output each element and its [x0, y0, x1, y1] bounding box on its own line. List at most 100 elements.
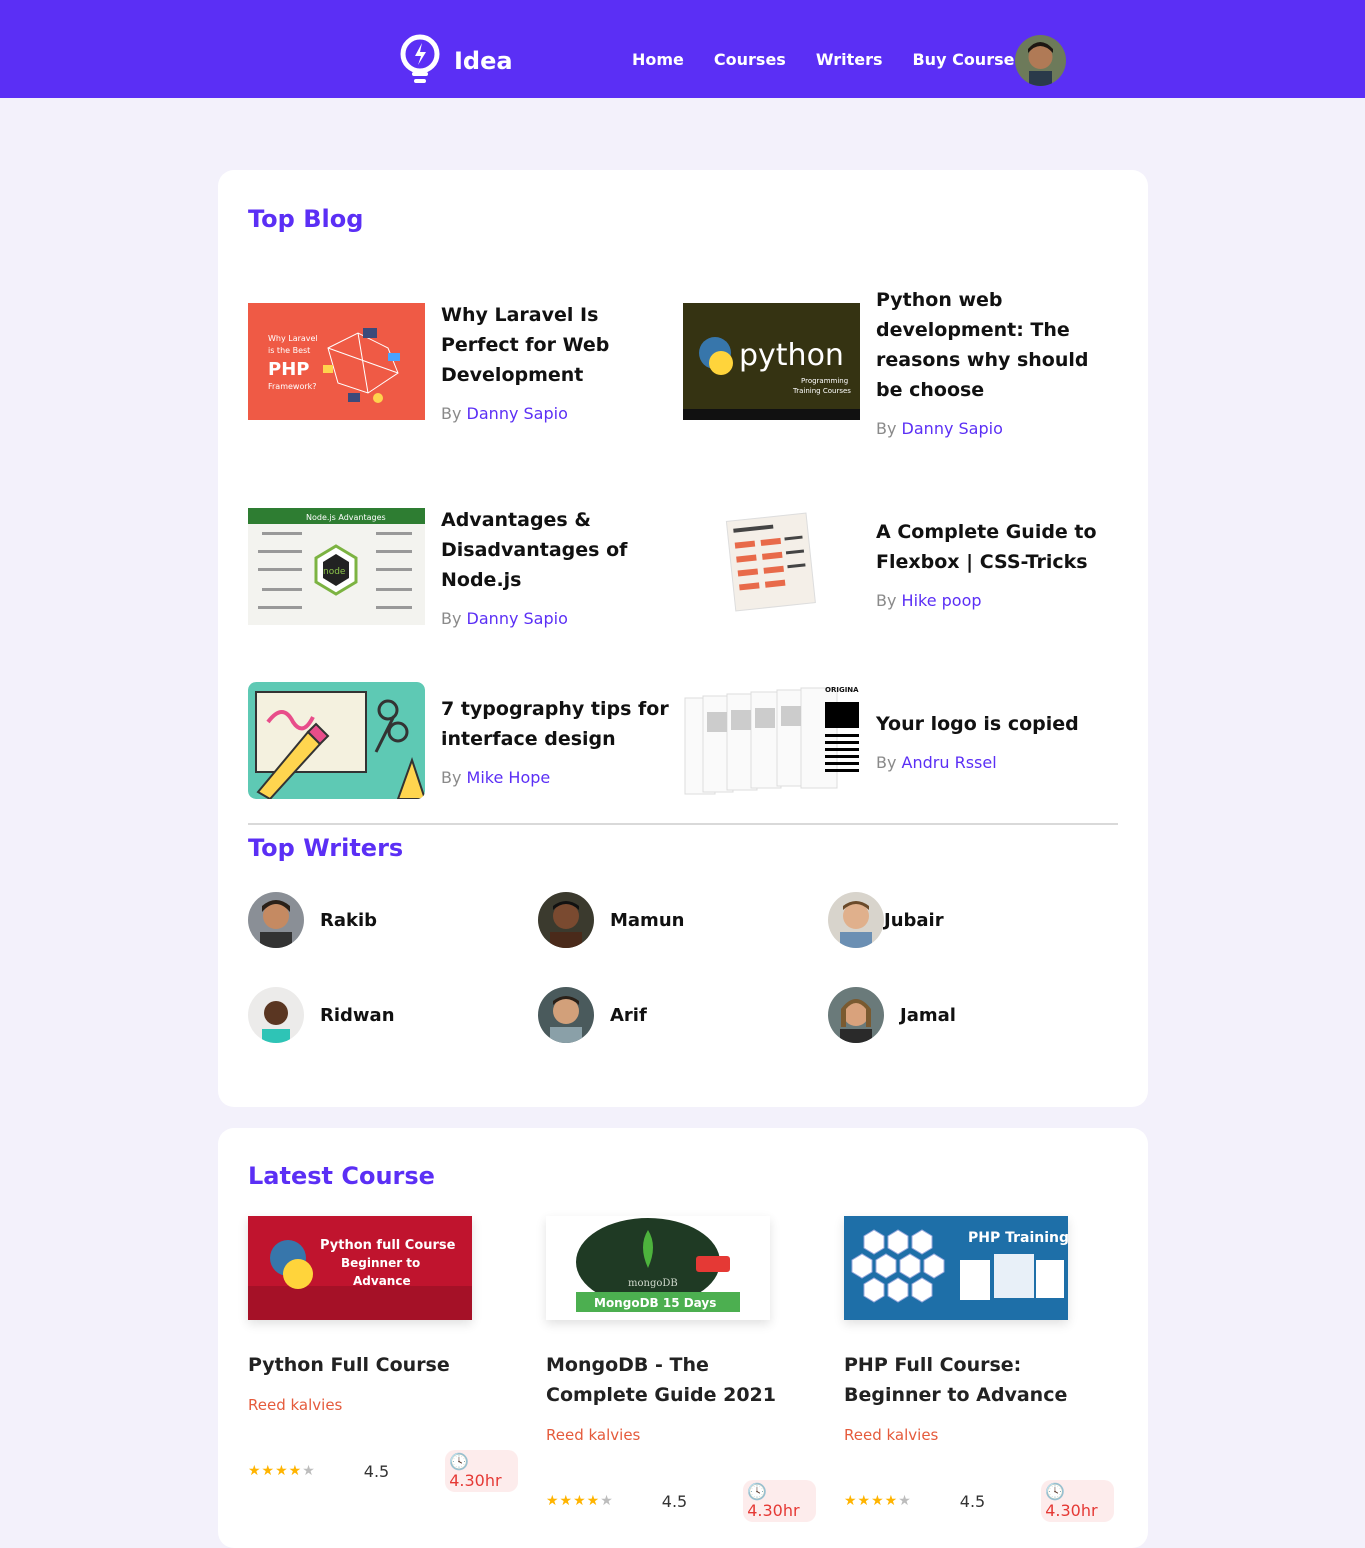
course-duration: 🕓4.30hr: [743, 1480, 816, 1522]
blog-title[interactable]: Your logo is copied: [876, 709, 1116, 739]
writer-avatar[interactable]: [248, 987, 304, 1043]
writer-item[interactable]: Rakib: [248, 892, 377, 948]
writer-name[interactable]: Rakib: [320, 910, 377, 931]
course-thumbnail[interactable]: PHP Training: [844, 1216, 1068, 1320]
lightbulb-icon: [400, 34, 440, 83]
writer-item[interactable]: Jamal: [828, 987, 956, 1043]
blog-item[interactable]: python Programming Training Courses Pyth…: [683, 285, 1116, 438]
writer-item[interactable]: Ridwan: [248, 987, 395, 1043]
blog-title[interactable]: 7 typography tips for interface design: [441, 694, 681, 754]
svg-text:Framework?: Framework?: [268, 382, 317, 391]
rating-stars-icon: ★★★★★: [546, 1493, 614, 1509]
course-duration: 🕓4.30hr: [1041, 1480, 1114, 1522]
course-title[interactable]: PHP Full Course: Beginner to Advance: [844, 1350, 1114, 1410]
blog-author-link[interactable]: Danny Sapio: [467, 609, 568, 628]
svg-text:node: node: [323, 567, 346, 577]
clock-icon: 🕓: [1045, 1482, 1066, 1501]
svg-text:Why Laravel: Why Laravel: [268, 334, 318, 343]
writer-avatar[interactable]: [538, 892, 594, 948]
svg-text:mongoDB: mongoDB: [628, 1278, 678, 1289]
blog-item[interactable]: 7 typography tips for interface design B…: [248, 682, 681, 799]
blog-author-link[interactable]: Mike Hope: [467, 768, 551, 787]
nav-buy-course[interactable]: Buy Course: [912, 50, 1014, 69]
blog-thumbnail[interactable]: Node.js Advantages node: [248, 508, 425, 625]
course-title[interactable]: MongoDB - The Complete Guide 2021: [546, 1350, 816, 1410]
writer-avatar[interactable]: [828, 987, 884, 1043]
blog-title[interactable]: Advantages & Disadvantages of Node.js: [441, 505, 681, 595]
svg-text:MongoDB 15 Days: MongoDB 15 Days: [594, 1296, 716, 1310]
course-author[interactable]: Reed kalvies: [248, 1396, 518, 1414]
top-blog-title: Top Blog: [248, 205, 364, 233]
blog-author-link[interactable]: Danny Sapio: [902, 419, 1003, 438]
course-thumbnail[interactable]: mongoDB MongoDB 15 Days: [546, 1216, 770, 1320]
course-item[interactable]: PHP Training PHP Full Course: Beginner t…: [844, 1216, 1114, 1522]
svg-text:ORIGINA: ORIGINA: [825, 686, 859, 694]
blog-title[interactable]: A Complete Guide to Flexbox | CSS-Tricks: [876, 517, 1116, 577]
svg-text:python: python: [739, 338, 844, 373]
blog-item[interactable]: A Complete Guide to Flexbox | CSS-Tricks…: [683, 505, 1116, 622]
nav-writers[interactable]: Writers: [816, 50, 883, 69]
writer-name[interactable]: Jamal: [900, 1005, 956, 1026]
section-divider: [248, 823, 1118, 825]
course-author[interactable]: Reed kalvies: [844, 1426, 1114, 1444]
blog-thumbnail[interactable]: Why Laravel is the Best PHP Framework?: [248, 303, 425, 420]
blog-title[interactable]: Python web development: The reasons why …: [876, 285, 1116, 405]
writer-name[interactable]: Arif: [610, 1005, 647, 1026]
course-rating: 4.5: [363, 1461, 390, 1481]
blog-thumbnail[interactable]: python Programming Training Courses: [683, 303, 860, 420]
brand-name: Idea: [454, 47, 513, 75]
course-item[interactable]: mongoDB MongoDB 15 Days MongoDB - The Co…: [546, 1216, 816, 1522]
blog-byline: By Danny Sapio: [441, 609, 568, 628]
blog-thumbnail[interactable]: [683, 505, 860, 622]
course-meta: ★★★★★ 4.5 🕓4.30hr: [844, 1480, 1114, 1522]
blog-thumbnail[interactable]: ORIGINA: [683, 682, 860, 799]
blog-byline: By Mike Hope: [441, 768, 551, 787]
blog-item[interactable]: ORIGINA Your logo is copied By Andru Rss…: [683, 682, 1116, 799]
writer-name[interactable]: Mamun: [610, 910, 684, 931]
course-rating: 4.5: [959, 1491, 986, 1511]
writer-name[interactable]: Jubair: [884, 910, 944, 931]
svg-text:PHP Training: PHP Training: [968, 1230, 1068, 1246]
course-item[interactable]: Python full Course Beginner to Advance P…: [248, 1216, 518, 1492]
blog-byline: By Hike poop: [876, 591, 982, 610]
writer-name[interactable]: Ridwan: [320, 1005, 395, 1026]
writer-item[interactable]: Jubair: [828, 892, 944, 948]
course-rating: 4.5: [661, 1491, 688, 1511]
writer-item[interactable]: Arif: [538, 987, 647, 1043]
latest-course-title: Latest Course: [248, 1162, 435, 1190]
rating-stars-icon: ★★★★★: [248, 1463, 316, 1479]
brand-logo[interactable]: Idea: [398, 34, 513, 88]
writer-avatar[interactable]: [538, 987, 594, 1043]
nav-courses[interactable]: Courses: [714, 50, 786, 69]
course-meta: ★★★★★ 4.5 🕓4.30hr: [546, 1480, 816, 1522]
svg-text:is the Best: is the Best: [268, 346, 310, 355]
writer-avatar[interactable]: [248, 892, 304, 948]
svg-text:PHP: PHP: [268, 359, 309, 380]
blog-byline: By Andru Rssel: [876, 753, 997, 772]
blog-author-link[interactable]: Danny Sapio: [467, 404, 568, 423]
svg-text:Python full Course: Python full Course: [320, 1238, 456, 1253]
course-thumbnail[interactable]: Python full Course Beginner to Advance: [248, 1216, 472, 1320]
course-author[interactable]: Reed kalvies: [546, 1426, 816, 1444]
svg-text:Training Courses: Training Courses: [792, 387, 851, 395]
clock-icon: 🕓: [747, 1482, 768, 1501]
course-meta: ★★★★★ 4.5 🕓4.30hr: [248, 1450, 518, 1492]
blog-author-link[interactable]: Andru Rssel: [902, 753, 997, 772]
blog-thumbnail[interactable]: [248, 682, 425, 799]
writer-avatar[interactable]: [828, 892, 884, 948]
blog-author-link[interactable]: Hike poop: [902, 591, 982, 610]
main-nav: Home Courses Writers Buy Course: [632, 50, 1014, 69]
top-navbar: Idea Home Courses Writers Buy Course: [0, 0, 1365, 98]
nav-home[interactable]: Home: [632, 50, 684, 69]
top-writers-title: Top Writers: [248, 834, 404, 862]
blog-item[interactable]: Why Laravel is the Best PHP Framework? W…: [248, 300, 681, 423]
blog-title[interactable]: Why Laravel Is Perfect for Web Developme…: [441, 300, 681, 390]
svg-text:Programming: Programming: [801, 377, 848, 385]
blog-item[interactable]: Node.js Advantages node Advantages & Dis…: [248, 505, 681, 628]
user-avatar[interactable]: [1015, 35, 1066, 86]
writer-item[interactable]: Mamun: [538, 892, 684, 948]
blog-byline: By Danny Sapio: [876, 419, 1003, 438]
course-duration: 🕓4.30hr: [445, 1450, 518, 1492]
clock-icon: 🕓: [449, 1452, 470, 1471]
course-title[interactable]: Python Full Course: [248, 1350, 518, 1380]
